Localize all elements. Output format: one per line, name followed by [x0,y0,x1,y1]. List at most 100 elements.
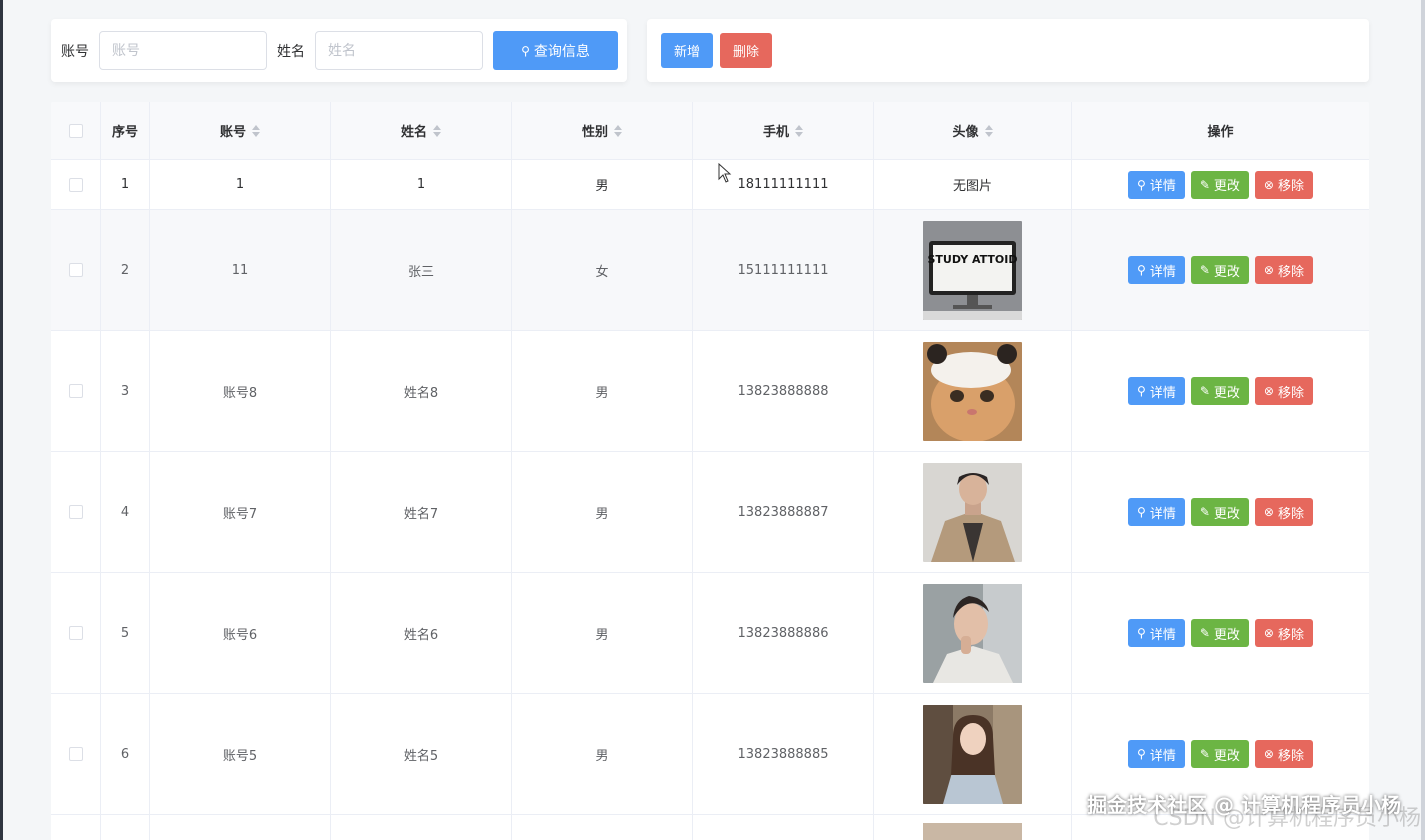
row-checkbox[interactable] [68,384,83,398]
remove-button[interactable]: ⊗ 移除 [1254,256,1313,284]
detail-button[interactable]: ⚲ 详情 [1128,170,1185,199]
row-checkbox[interactable] [68,177,83,192]
edit-button[interactable]: ✎ 更改 [1190,170,1249,199]
row-select-cell [51,160,101,209]
cell-avatar [874,815,1072,840]
sort-icon[interactable] [252,124,260,138]
detail-label: 详情 [1149,627,1176,643]
header-account[interactable]: 账号 [150,102,331,159]
remove-button[interactable]: ⊗ 移除 [1254,619,1313,647]
row-checkbox[interactable] [68,747,83,761]
account-input[interactable] [99,31,267,70]
cell-avatar [874,573,1072,693]
avatar [923,823,1022,840]
edit-button[interactable]: ✎ 更改 [1190,619,1249,647]
cell-index: 3 [101,331,150,451]
detail-button[interactable]: ⚲ 详情 [1128,619,1185,647]
remove-button[interactable]: ⊗ 移除 [1254,498,1313,526]
header-name-label: 姓名 [400,125,427,140]
header-avatar[interactable]: 头像 [874,102,1072,159]
cell-index: 5 [101,573,150,693]
cell-gender [512,815,693,840]
sort-icon[interactable] [614,124,622,138]
cell-phone: 15111111111 [693,210,874,330]
remove-label: 移除 [1277,748,1304,764]
edit-label: 更改 [1213,748,1240,764]
cell-name [331,815,512,840]
row-checkbox[interactable] [68,626,83,640]
detail-button[interactable]: ⚲ 详情 [1128,498,1185,526]
remove-button[interactable]: ⊗ 移除 [1254,170,1313,199]
remove-button[interactable]: ⊗ 移除 [1254,740,1313,768]
header-index: 序号 [101,102,150,159]
row-select-cell [51,573,101,693]
edit-icon: ✎ [1199,384,1210,398]
name-input[interactable] [315,31,483,70]
header-avatar-label: 头像 [952,125,979,140]
window-left-edge [0,0,3,840]
row-checkbox[interactable] [68,505,83,519]
edit-button[interactable]: ✎ 更改 [1190,498,1249,526]
edit-button[interactable]: ✎ 更改 [1190,256,1249,284]
cell-phone: 13823888888 [693,331,874,451]
edit-icon: ✎ [1199,263,1210,277]
edit-button[interactable]: ✎ 更改 [1190,740,1249,768]
edit-icon: ✎ [1199,747,1210,761]
cell-name: 姓名5 [331,694,512,814]
cell-index [101,815,150,840]
search-panel: 账号 姓名 ⚲ 查询信息 [51,19,627,82]
row-select-cell [51,331,101,451]
edit-button[interactable]: ✎ 更改 [1190,377,1249,405]
detail-label: 详情 [1149,506,1176,522]
avatar: STUDY ATTOID [923,220,1022,320]
remove-label: 移除 [1277,627,1304,643]
action-panel: 新增 删除 [647,19,1369,82]
sort-icon[interactable] [795,124,803,138]
row-checkbox[interactable] [68,263,83,277]
cell-actions: ⚲ 详情 ✎ 更改 ⊗ 移除 [1072,210,1369,330]
cell-account: 账号5 [150,694,331,814]
sort-icon[interactable] [984,124,993,138]
add-button[interactable]: 新增 [661,33,713,68]
header-select-cell [51,102,101,159]
search-icon: ⚲ [1137,626,1146,640]
cell-actions: ⚲ 详情 ✎ 更改 ⊗ 移除 [1072,160,1369,209]
cell-gender: 男 [512,331,693,451]
header-name[interactable]: 姓名 [331,102,512,159]
detail-button[interactable]: ⚲ 详情 [1128,377,1185,405]
edit-label: 更改 [1213,385,1240,401]
mouse-cursor-icon [718,163,732,183]
name-label: 姓名 [277,43,305,60]
cell-gender: 男 [512,694,693,814]
query-button[interactable]: ⚲ 查询信息 [493,31,618,70]
detail-label: 详情 [1149,264,1176,280]
sort-icon[interactable] [433,124,441,138]
header-actions: 操作 [1072,102,1369,159]
cell-avatar [874,331,1072,451]
detail-label: 详情 [1149,748,1176,764]
header-gender[interactable]: 性别 [512,102,693,159]
cell-account: 1 [150,160,331,209]
search-icon: ⚲ [1137,505,1146,519]
detail-button[interactable]: ⚲ 详情 [1128,256,1185,284]
remove-label: 移除 [1277,179,1304,194]
header-phone[interactable]: 手机 [693,102,874,159]
remove-label: 移除 [1277,506,1304,522]
cell-avatar [874,694,1072,814]
query-button-label: 查询信息 [533,43,590,60]
remove-button[interactable]: ⊗ 移除 [1254,377,1313,405]
cell-index: 4 [101,452,150,572]
select-all-checkbox[interactable] [68,123,83,138]
scrollbar-track[interactable] [1421,0,1425,840]
cell-gender: 男 [512,452,693,572]
close-circle-icon: ⊗ [1263,263,1274,277]
table-row: 1 1 1 男 18111111111 无图片 ⚲ 详情 ✎ 更改 ⊗ 移除 [51,160,1369,210]
detail-button[interactable]: ⚲ 详情 [1128,740,1185,768]
avatar [923,341,1022,441]
avatar [923,704,1022,804]
cell-name: 姓名6 [331,573,512,693]
cell-account [150,815,331,840]
delete-button[interactable]: 删除 [720,33,772,68]
cell-phone: 13823888885 [693,694,874,814]
edit-label: 更改 [1213,506,1240,522]
